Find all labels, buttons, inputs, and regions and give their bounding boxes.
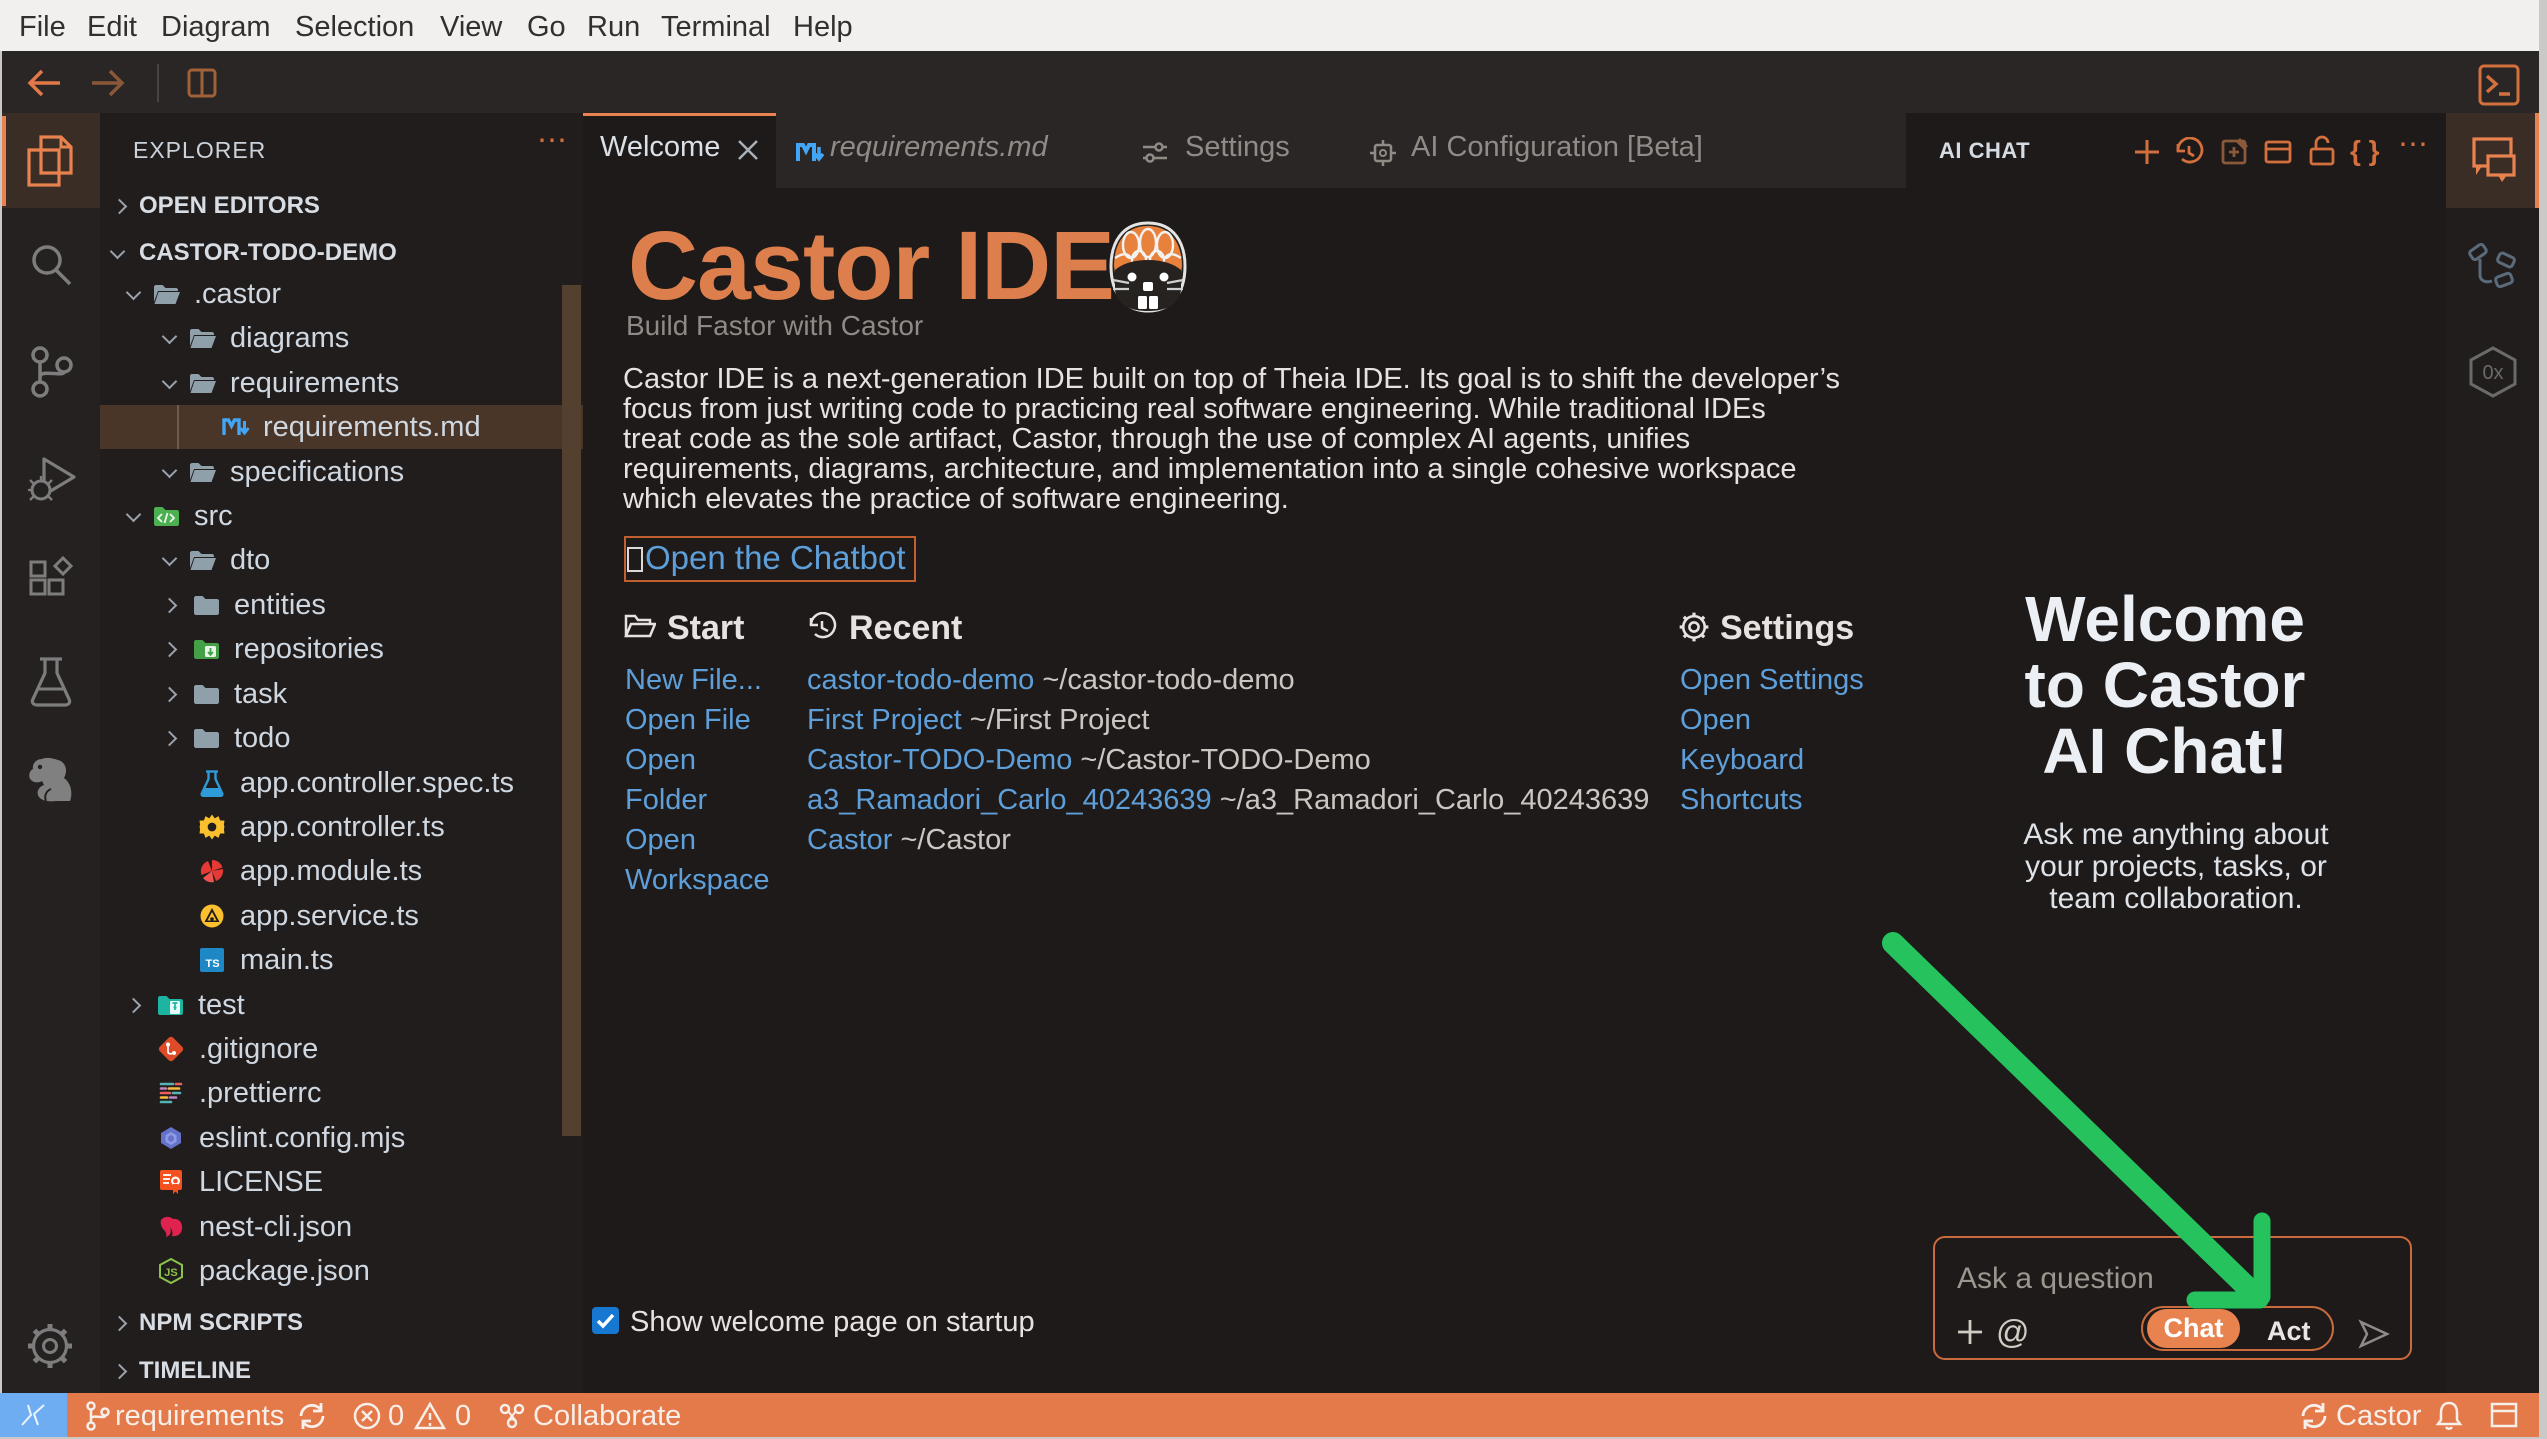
svg-text:0x: 0x: [2482, 362, 2503, 384]
svg-text:TS: TS: [205, 958, 219, 970]
svg-text:JS: JS: [164, 1267, 177, 1279]
